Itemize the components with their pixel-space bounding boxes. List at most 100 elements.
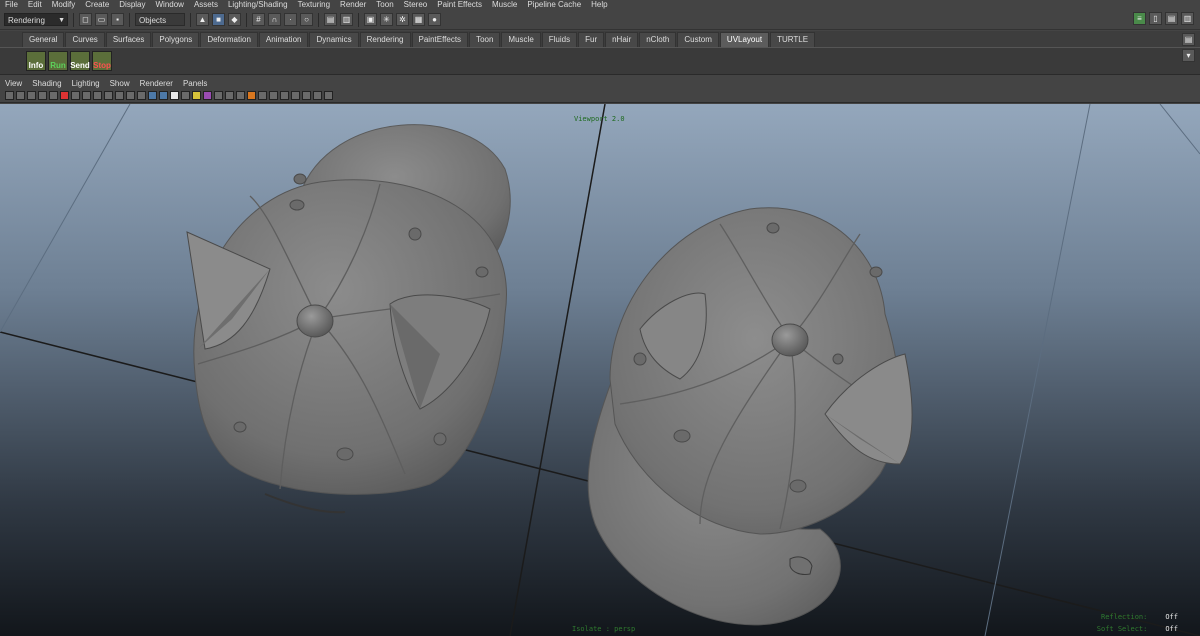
menu-item[interactable]: File <box>0 0 23 10</box>
image-plane-icon[interactable] <box>38 91 47 100</box>
depth-of-field-icon[interactable] <box>247 91 256 100</box>
shelf-tab[interactable]: General <box>22 32 65 47</box>
selection-mask-field[interactable]: Objects <box>135 13 185 26</box>
shelf-tab[interactable]: PaintEffects <box>411 32 469 47</box>
wireframe-on-shaded-icon[interactable] <box>170 91 179 100</box>
render-settings-icon[interactable]: ▦ <box>412 13 425 26</box>
snap-surface-icon[interactable]: ○ <box>300 13 313 26</box>
select-camera-icon[interactable] <box>5 91 14 100</box>
bookmarks-icon[interactable] <box>27 91 36 100</box>
resolution-gate-icon[interactable] <box>93 91 102 100</box>
menu-item[interactable]: Render <box>335 0 371 10</box>
shelf-tab[interactable]: Toon <box>469 32 501 47</box>
select-component-icon[interactable]: ◆ <box>228 13 241 26</box>
menu-item[interactable]: Muscle <box>487 0 522 10</box>
shelf-tab[interactable]: Surfaces <box>105 32 152 47</box>
grid-icon[interactable] <box>71 91 80 100</box>
hypershade-icon[interactable]: ● <box>428 13 441 26</box>
menu-item[interactable]: Pipeline Cache <box>522 0 586 10</box>
shelf-button[interactable]: Send <box>70 51 90 71</box>
shelf-tab[interactable]: Curves <box>65 32 105 47</box>
snap-point-icon[interactable]: · <box>284 13 297 26</box>
menu-item[interactable]: Modify <box>47 0 81 10</box>
safe-title-icon[interactable] <box>137 91 146 100</box>
menu-item[interactable]: Help <box>586 0 612 10</box>
channel-box-toggle-icon[interactable]: ▤ <box>1165 12 1178 25</box>
snap-curve-icon[interactable]: ∩ <box>268 13 281 26</box>
menu-item[interactable]: Stereo <box>399 0 433 10</box>
shelf-menu-icon[interactable]: ▾ <box>1182 49 1195 62</box>
menu-item[interactable]: Toon <box>371 0 398 10</box>
menu-item[interactable]: Assets <box>189 0 223 10</box>
panel-menu-item[interactable]: Panels <box>178 78 212 89</box>
panel-menu-item[interactable]: View <box>0 78 27 89</box>
panel-menu-item[interactable]: Shading <box>27 78 66 89</box>
select-hierarchy-icon[interactable]: ▲ <box>196 13 209 26</box>
shelf-tab[interactable]: nHair <box>605 32 639 47</box>
use-all-lights-icon[interactable] <box>192 91 201 100</box>
shelf-tab[interactable]: nCloth <box>639 32 677 47</box>
select-object-icon[interactable]: ■ <box>212 13 225 26</box>
shelf-tab[interactable]: Muscle <box>501 32 541 47</box>
new-scene-icon[interactable]: ◻ <box>79 13 92 26</box>
menu-item[interactable]: Display <box>114 0 150 10</box>
isolate-select-icon[interactable] <box>258 91 267 100</box>
shelf-tab[interactable]: Animation <box>258 32 309 47</box>
menu-item[interactable]: Texturing <box>293 0 335 10</box>
panel-menu-item[interactable]: Renderer <box>135 78 178 89</box>
xray-components-icon[interactable] <box>291 91 300 100</box>
render-frame-icon[interactable]: ✳ <box>380 13 393 26</box>
shelf-tab[interactable]: Fur <box>578 32 605 47</box>
menu-set-dropdown[interactable]: Rendering ▼ <box>4 13 68 26</box>
color-management-icon[interactable] <box>324 91 333 100</box>
grease-pencil-icon[interactable] <box>60 91 69 100</box>
save-scene-icon[interactable]: ▪ <box>111 13 124 26</box>
shelf-tab[interactable]: Rendering <box>359 32 411 47</box>
panel-menu-item[interactable]: Show <box>105 78 135 89</box>
shelf-tab[interactable]: TURTLE <box>770 32 816 47</box>
film-gate-icon[interactable] <box>82 91 91 100</box>
menu-item[interactable]: Lighting/Shading <box>223 0 293 10</box>
shelf-button[interactable]: Run <box>48 51 68 71</box>
construction-history-icon[interactable]: ▥ <box>340 13 353 26</box>
history-icon[interactable]: ▤ <box>324 13 337 26</box>
shelf-tab[interactable]: Polygons <box>152 32 200 47</box>
xray-joints-icon[interactable] <box>280 91 289 100</box>
field-chart-icon[interactable] <box>115 91 124 100</box>
menu-item[interactable]: Edit <box>23 0 47 10</box>
camera-attributes-icon[interactable] <box>16 91 25 100</box>
shelf-editor-icon[interactable]: ▤ <box>1182 33 1195 46</box>
menu-item[interactable]: Paint Effects <box>432 0 487 10</box>
perspective-viewport[interactable]: Viewport 2.0 Isolate : persp Reflection:… <box>0 104 1200 636</box>
anti-aliasing-icon[interactable] <box>236 91 245 100</box>
safe-action-icon[interactable] <box>126 91 135 100</box>
screen-space-ao-icon[interactable] <box>214 91 223 100</box>
gamma-icon[interactable] <box>313 91 322 100</box>
shelf-button[interactable]: Info <box>26 51 46 71</box>
smooth-shade-icon[interactable] <box>159 91 168 100</box>
gate-mask-icon[interactable] <box>104 91 113 100</box>
shelf-tab[interactable]: Deformation <box>200 32 258 47</box>
shelf-tab[interactable]: Custom <box>677 32 719 47</box>
textured-icon[interactable] <box>181 91 190 100</box>
panel-menu-item[interactable]: Lighting <box>67 78 105 89</box>
wireframe-icon[interactable] <box>148 91 157 100</box>
ipr-render-icon[interactable]: ✲ <box>396 13 409 26</box>
shadows-icon[interactable] <box>203 91 212 100</box>
exposure-icon[interactable] <box>302 91 311 100</box>
attribute-editor-toggle-icon[interactable]: ≡ <box>1133 12 1146 25</box>
xray-icon[interactable] <box>269 91 278 100</box>
tool-settings-toggle-icon[interactable]: ▯ <box>1149 12 1162 25</box>
shelf-tab[interactable]: Dynamics <box>309 32 359 47</box>
motion-blur-icon[interactable] <box>225 91 234 100</box>
2d-pan-zoom-icon[interactable] <box>49 91 58 100</box>
snap-grid-icon[interactable]: # <box>252 13 265 26</box>
shelf-button[interactable]: Stop <box>92 51 112 71</box>
render-view-icon[interactable]: ▣ <box>364 13 377 26</box>
menu-item[interactable]: Window <box>151 0 189 10</box>
open-scene-icon[interactable]: ▭ <box>95 13 108 26</box>
layer-editor-toggle-icon[interactable]: ▥ <box>1181 12 1194 25</box>
shelf-tab[interactable]: UVLayout <box>719 32 770 47</box>
shelf-tab[interactable]: Fluids <box>541 32 578 47</box>
menu-item[interactable]: Create <box>80 0 114 10</box>
